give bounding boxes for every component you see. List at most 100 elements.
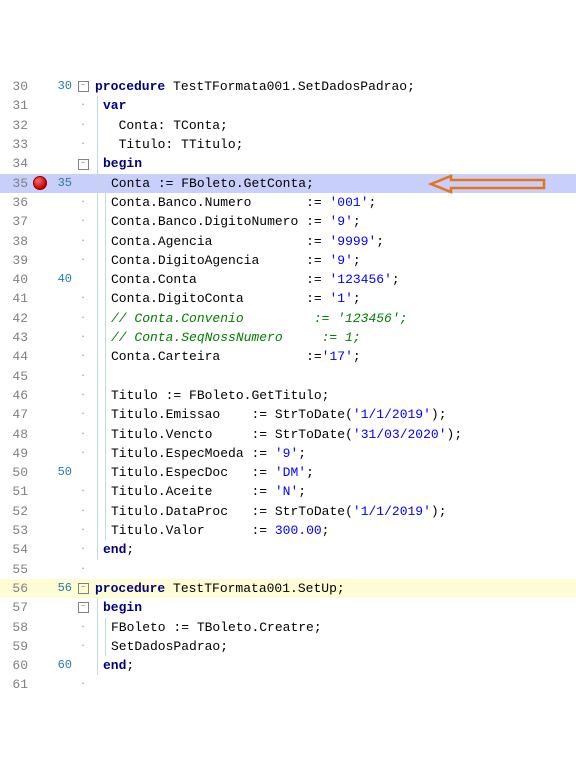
code-line[interactable]: 47·Titulo.Emissao := StrToDate('1/1/2019… [0,405,576,424]
code-line[interactable]: 41·Conta.DigitoConta := '1'; [0,289,576,308]
fold-gutter[interactable]: · [76,405,90,424]
code-content[interactable]: Conta.DigitoConta := '1'; [95,289,576,308]
code-line[interactable]: 36·Conta.Banco.Numero := '001'; [0,193,576,212]
fold-gutter[interactable]: − [76,583,90,594]
fold-gutter[interactable]: · [76,328,90,347]
code-content[interactable]: Titulo.Emissao := StrToDate('1/1/2019'); [95,405,576,424]
code-line[interactable]: 6060end; [0,656,576,675]
code-line[interactable]: 54·end; [0,540,576,559]
code-content[interactable]: Titulo: TTitulo; [95,135,576,154]
fold-gutter[interactable]: − [76,159,90,170]
breakpoint-icon[interactable] [33,176,47,190]
fold-gutter[interactable]: · [76,444,90,463]
code-content[interactable]: Conta: TConta; [95,116,576,135]
token: EspecDoc [166,465,252,480]
code-line[interactable]: 58·FBoleto := TBoleto.Creatre; [0,618,576,637]
code-line[interactable]: 59·SetDadosPadrao; [0,637,576,656]
code-content[interactable]: begin [95,598,576,617]
code-content[interactable]: Titulo.DataProc := StrToDate('1/1/2019')… [95,502,576,521]
code-line[interactable]: 4040Conta.Conta := '123456'; [0,270,576,289]
code-line[interactable]: 55· [0,560,576,579]
fold-gutter[interactable]: · [76,309,90,328]
code-content[interactable]: Conta.Banco.DigitoNumero := '9'; [95,212,576,231]
code-line[interactable]: 38·Conta.Agencia := '9999'; [0,232,576,251]
fold-gutter[interactable]: · [76,251,90,270]
code-content[interactable]: Titulo.EspecMoeda := '9'; [95,444,576,463]
fold-gutter[interactable]: · [76,521,90,540]
code-content[interactable]: Conta.Agencia := '9999'; [95,232,576,251]
code-content[interactable]: Conta := FBoleto.GetConta; [95,174,576,193]
code-content[interactable]: Titulo.Vencto := StrToDate('31/03/2020')… [95,425,576,444]
code-line[interactable]: 5656−procedure TestTFormata001.SetUp; [0,579,576,598]
fold-gutter[interactable]: · [76,675,90,694]
fold-gutter[interactable]: · [76,425,90,444]
fold-gutter[interactable]: · [76,482,90,501]
code-line[interactable]: 48·Titulo.Vencto := StrToDate('31/03/202… [0,425,576,444]
fold-gutter[interactable]: · [76,212,90,231]
code-line[interactable]: 32· Conta: TConta; [0,116,576,135]
fold-gutter[interactable]: · [76,560,90,579]
code-content[interactable]: end; [95,540,576,559]
code-content[interactable]: Conta.DigitoAgencia := '9'; [95,251,576,270]
code-line[interactable]: 51·Titulo.Aceite := 'N'; [0,482,576,501]
fold-gutter[interactable]: · [76,367,90,386]
code-content[interactable]: Conta.Conta := '123456'; [95,270,576,289]
fold-gutter[interactable]: · [76,135,90,154]
code-content[interactable]: begin [95,154,576,173]
code-line[interactable]: 5050Titulo.EspecDoc := 'DM'; [0,463,576,482]
code-line[interactable]: 31·var [0,96,576,115]
fold-gutter[interactable]: · [76,232,90,251]
code-content[interactable]: Titulo.Valor := 300.00; [95,521,576,540]
fold-minus-icon[interactable]: − [78,81,89,92]
code-line[interactable]: 52·Titulo.DataProc := StrToDate('1/1/201… [0,502,576,521]
fold-gutter[interactable]: − [76,602,90,613]
fold-gutter[interactable]: − [76,81,90,92]
code-line[interactable]: 57−begin [0,598,576,617]
code-line[interactable]: 3030−procedure TestTFormata001.SetDadosP… [0,77,576,96]
token: FBoleto [181,176,236,191]
code-line[interactable]: 46·Titulo := FBoleto.GetTitulo; [0,386,576,405]
code-line[interactable]: 45· [0,367,576,386]
code-content[interactable]: SetDadosPadrao; [95,637,576,656]
code-content[interactable]: procedure TestTFormata001.SetUp; [95,579,576,598]
fold-gutter[interactable]: · [76,193,90,212]
code-line[interactable]: 39·Conta.DigitoAgencia := '9'; [0,251,576,270]
fold-gutter[interactable]: · [76,502,90,521]
fold-gutter[interactable]: · [76,116,90,135]
fold-minus-icon[interactable]: − [78,583,89,594]
fold-gutter[interactable]: · [76,96,90,115]
code-line[interactable]: 61· [0,675,576,694]
code-content[interactable]: Titulo.Aceite := 'N'; [95,482,576,501]
code-content[interactable]: Conta.Carteira :='17'; [95,347,576,366]
code-content[interactable]: Titulo := FBoleto.GetTitulo; [95,386,576,405]
breakpoint-gutter[interactable] [32,176,48,190]
code-content[interactable]: var [95,96,576,115]
code-line[interactable]: 43·// Conta.SeqNossNumero := 1; [0,328,576,347]
code-content[interactable]: procedure TestTFormata001.SetDadosPadrao… [95,77,576,96]
code-line[interactable]: 33· Titulo: TTitulo; [0,135,576,154]
code-line[interactable]: 42·// Conta.Convenio := '123456'; [0,309,576,328]
code-line[interactable]: 44·Conta.Carteira :='17'; [0,347,576,366]
fold-minus-icon[interactable]: − [78,602,89,613]
code-content[interactable]: // Conta.SeqNossNumero := 1; [95,328,576,347]
code-content[interactable]: FBoleto := TBoleto.Creatre; [95,618,576,637]
code-content[interactable]: end; [95,656,576,675]
code-line[interactable]: 34−begin [0,154,576,173]
code-content[interactable]: Titulo.EspecDoc := 'DM'; [95,463,576,482]
code-content[interactable]: Conta.Banco.Numero := '001'; [95,193,576,212]
fold-minus-icon[interactable]: − [78,159,89,170]
code-content[interactable] [95,367,576,386]
fold-gutter[interactable]: · [76,386,90,405]
code-line[interactable]: 3535Conta := FBoleto.GetConta; [0,174,576,193]
fold-gutter[interactable]: · [76,347,90,366]
code-editor[interactable]: 3030−procedure TestTFormata001.SetDadosP… [0,77,576,687]
code-content[interactable]: // Conta.Convenio := '123456'; [95,309,576,328]
code-line[interactable]: 49·Titulo.EspecMoeda := '9'; [0,444,576,463]
fold-gutter[interactable]: · [76,618,90,637]
fold-gutter[interactable]: · [76,540,90,559]
fold-gutter[interactable]: · [76,289,90,308]
token: '9' [329,253,352,268]
code-line[interactable]: 53·Titulo.Valor := 300.00; [0,521,576,540]
fold-gutter[interactable]: · [76,637,90,656]
code-line[interactable]: 37·Conta.Banco.DigitoNumero := '9'; [0,212,576,231]
